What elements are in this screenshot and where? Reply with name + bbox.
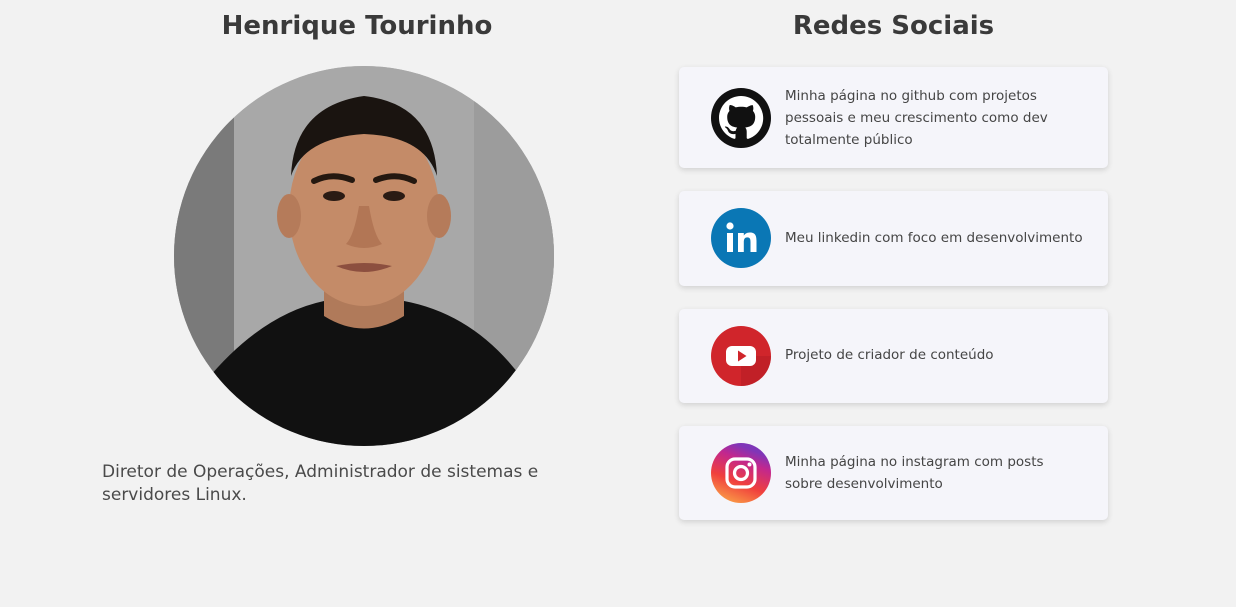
instagram-icon xyxy=(711,443,771,503)
social-card-github-text: Minha página no github com projetos pess… xyxy=(785,88,1048,148)
social-card-youtube[interactable]: Projeto de criador de conteúdo xyxy=(679,309,1108,403)
youtube-icon xyxy=(711,326,771,386)
profile-avatar xyxy=(174,66,554,446)
social-card-github[interactable]: Minha página no github com projetos pess… xyxy=(679,67,1108,168)
profile-page: Henrique Tourinho Diretor de Operações, … xyxy=(0,0,1236,607)
social-card-linkedin[interactable]: Meu linkedin com foco em desenvolvimento xyxy=(679,191,1108,286)
profile-name: Henrique Tourinho xyxy=(221,11,493,41)
social-card-instagram[interactable]: Minha página no instagram com posts sobr… xyxy=(679,426,1108,520)
github-icon xyxy=(711,88,771,148)
profile-section: Henrique Tourinho Diretor de Operações, … xyxy=(0,0,714,607)
social-section-title: Redes Sociais xyxy=(792,11,995,41)
social-card-linkedin-text: Meu linkedin com foco em desenvolvimento xyxy=(785,230,1083,246)
linkedin-icon xyxy=(711,208,771,268)
social-card-youtube-text: Projeto de criador de conteúdo xyxy=(785,347,994,363)
social-card-instagram-text: Minha página no instagram com posts sobr… xyxy=(785,454,1044,492)
profile-bio: Diretor de Operações, Administrador de s… xyxy=(102,462,539,505)
